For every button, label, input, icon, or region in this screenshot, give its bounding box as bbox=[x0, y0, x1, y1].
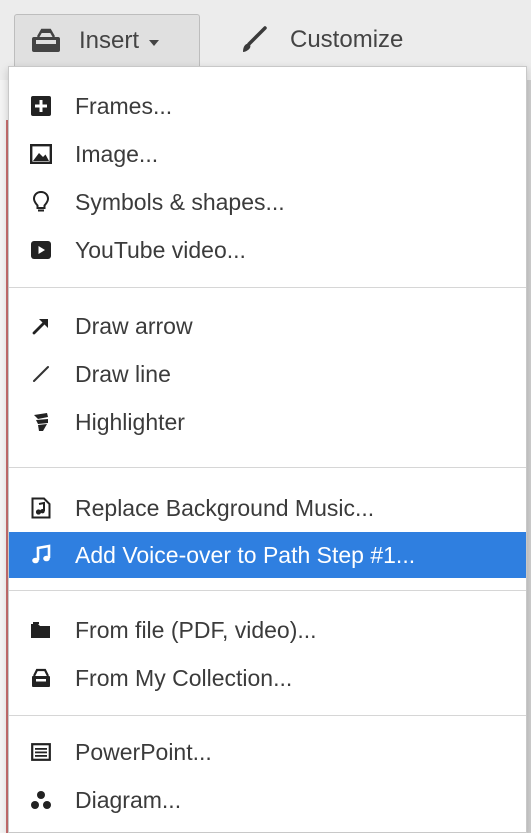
menu-item-add-voice-over[interactable]: Add Voice-over to Path Step #1... bbox=[9, 532, 526, 578]
insert-dropdown-menu: Frames... Image... Symbols & shapes... Y… bbox=[8, 66, 527, 833]
menu-item-label: Symbols & shapes... bbox=[75, 188, 285, 215]
menu-item-label: Diagram... bbox=[75, 786, 182, 813]
menu-item-label: Replace Background Music... bbox=[75, 494, 375, 521]
menu-item-label: Draw line bbox=[75, 360, 171, 387]
line-icon bbox=[27, 360, 55, 388]
menu-item-symbols-shapes[interactable]: Symbols & shapes... bbox=[9, 179, 526, 225]
customize-button[interactable]: Customize bbox=[238, 14, 403, 66]
menu-divider bbox=[9, 715, 526, 716]
menu-divider bbox=[9, 287, 526, 288]
menu-item-label: Frames... bbox=[75, 92, 173, 119]
powerpoint-icon bbox=[27, 738, 55, 766]
menu-item-highlighter[interactable]: Highlighter bbox=[9, 399, 526, 445]
diagram-icon bbox=[27, 786, 55, 814]
lightbulb-icon bbox=[27, 188, 55, 216]
menu-item-label: Draw arrow bbox=[75, 312, 193, 339]
menu-item-label: Highlighter bbox=[75, 408, 185, 435]
menu-item-draw-line[interactable]: Draw line bbox=[9, 351, 526, 397]
menu-item-draw-arrow[interactable]: Draw arrow bbox=[9, 303, 526, 349]
menu-item-label: Image... bbox=[75, 140, 159, 167]
menu-item-powerpoint[interactable]: PowerPoint... bbox=[9, 729, 526, 775]
chevron-down-icon bbox=[149, 39, 160, 46]
menu-item-from-file[interactable]: From file (PDF, video)... bbox=[9, 607, 526, 653]
menu-item-label: YouTube video... bbox=[75, 236, 246, 263]
music-file-icon bbox=[27, 494, 55, 522]
image-icon bbox=[27, 140, 55, 168]
menu-divider bbox=[9, 590, 526, 591]
folder-icon bbox=[27, 616, 55, 644]
menu-item-label: PowerPoint... bbox=[75, 738, 212, 765]
menu-item-replace-background-music[interactable]: Replace Background Music... bbox=[9, 485, 526, 531]
menu-item-label: From My Collection... bbox=[75, 664, 293, 691]
menu-item-youtube-video[interactable]: YouTube video... bbox=[9, 227, 526, 273]
brush-icon bbox=[238, 25, 268, 55]
collection-icon bbox=[27, 664, 55, 692]
arrow-icon bbox=[27, 312, 55, 340]
music-note-icon bbox=[27, 541, 55, 569]
highlighter-icon bbox=[27, 408, 55, 436]
insert-box-icon bbox=[29, 27, 63, 55]
menu-item-from-my-collection[interactable]: From My Collection... bbox=[9, 655, 526, 701]
canvas-edge-right bbox=[527, 80, 531, 833]
canvas-edge bbox=[0, 80, 8, 833]
menu-item-image[interactable]: Image... bbox=[9, 131, 526, 177]
menu-item-label: Add Voice-over to Path Step #1... bbox=[75, 541, 416, 568]
menu-divider bbox=[9, 467, 526, 468]
play-icon bbox=[27, 236, 55, 264]
insert-button[interactable]: Insert bbox=[14, 14, 200, 66]
plus-square-icon bbox=[27, 92, 55, 120]
customize-label: Customize bbox=[290, 26, 404, 53]
menu-item-frames[interactable]: Frames... bbox=[9, 83, 526, 129]
menu-item-diagram[interactable]: Diagram... bbox=[9, 777, 526, 823]
menu-item-label: From file (PDF, video)... bbox=[75, 616, 317, 643]
insert-label: Insert bbox=[79, 26, 140, 54]
